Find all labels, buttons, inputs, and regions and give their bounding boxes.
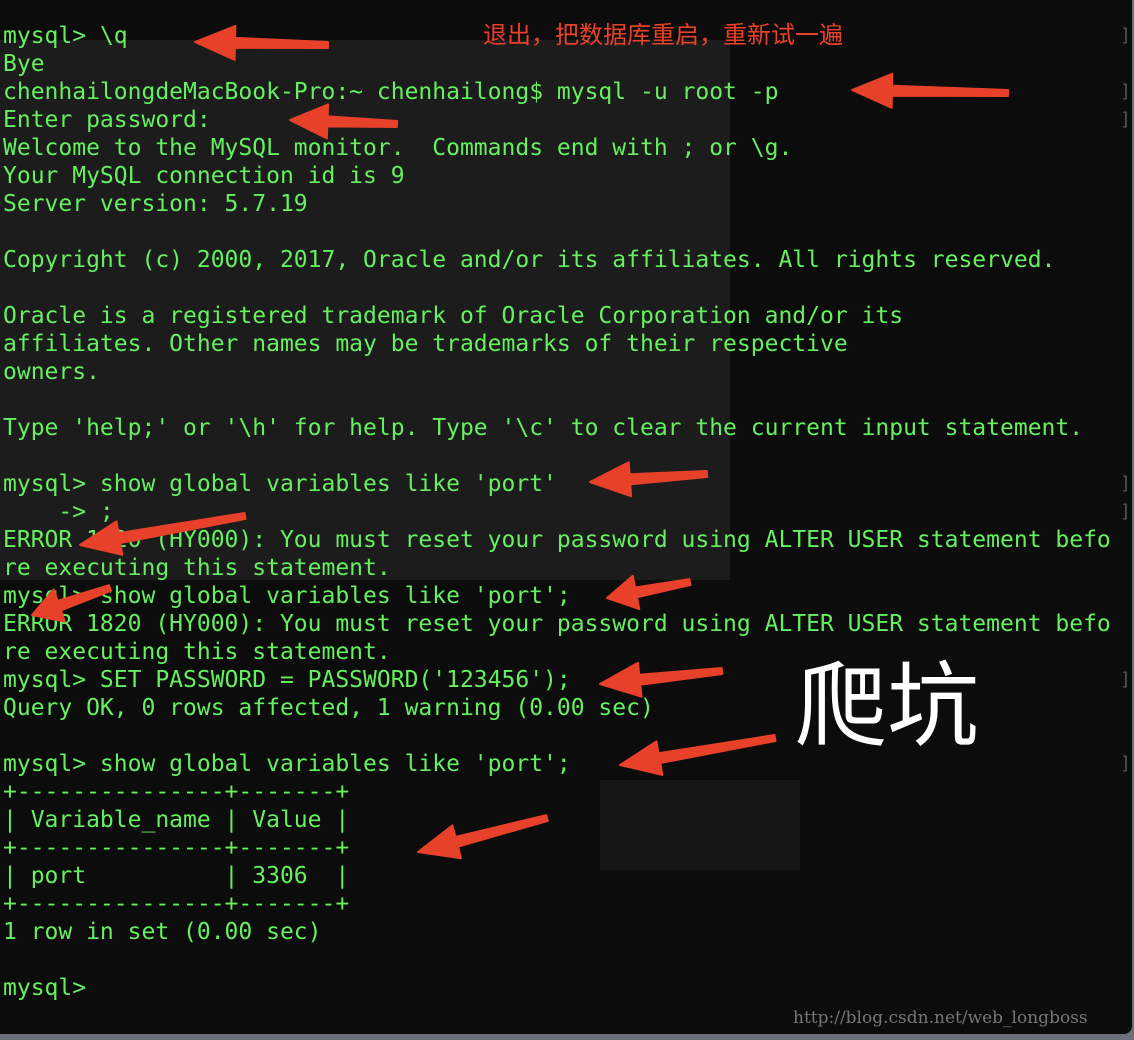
arrow-icon — [606, 574, 692, 611]
arrow-icon — [619, 734, 777, 776]
arrow-icon — [289, 103, 399, 140]
watermark: http://blog.csdn.net/web_longboss — [793, 1008, 1088, 1028]
arrow-icon — [194, 24, 330, 61]
arrow-icon — [31, 584, 112, 623]
arrow-icon — [417, 814, 549, 860]
arrow-icon — [589, 461, 709, 498]
arrow-icon — [79, 512, 247, 556]
arrow-icon — [599, 661, 724, 698]
terminal-window[interactable]: mysql> \q Bye chenhailongdeMacBook-Pro:~ c… — [0, 0, 1132, 1034]
annotation-arrows — [31, 24, 1010, 860]
arrow-icon — [851, 72, 1010, 109]
